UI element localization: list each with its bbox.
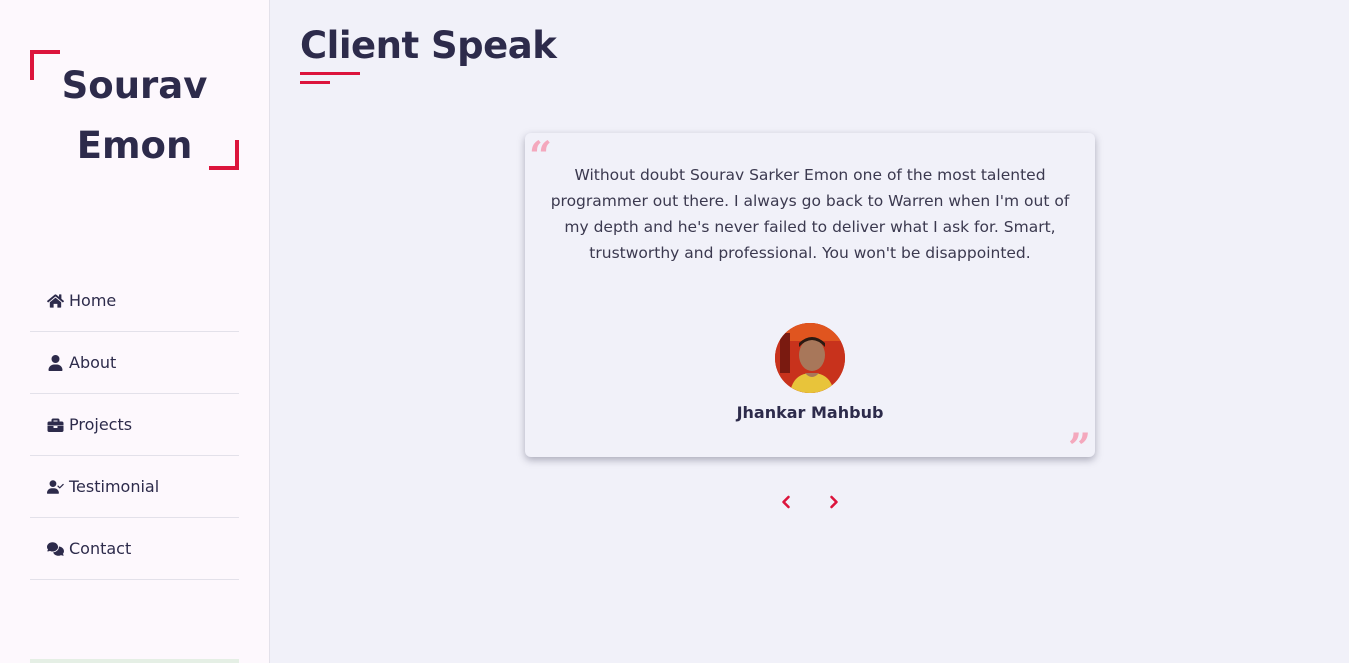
testimonial-card: “ Without doubt Sourav Sarker Emon one o… xyxy=(525,133,1095,469)
sidebar-item-projects[interactable]: Projects xyxy=(30,394,239,456)
briefcase-icon xyxy=(46,417,64,433)
user-check-icon xyxy=(46,479,64,495)
home-icon xyxy=(46,293,64,309)
comments-icon xyxy=(46,541,64,557)
quote-close-icon: ” xyxy=(1067,425,1091,472)
brand-name-line1: Sourav xyxy=(61,64,208,107)
sidebar-item-testimonial[interactable]: Testimonial xyxy=(30,456,239,518)
client-avatar xyxy=(775,323,845,393)
sidebar-nav: Home About Projects Testimonial Contact xyxy=(30,270,239,580)
carousel-prev-button[interactable] xyxy=(776,492,796,512)
title-underline xyxy=(300,72,360,75)
sidebar: Sourav Emon Home About Projects Testimon… xyxy=(0,0,270,663)
carousel-next-button[interactable] xyxy=(824,492,844,512)
section-title: Client Speak xyxy=(300,24,557,67)
sidebar-item-label: Contact xyxy=(69,539,132,558)
chevron-left-icon xyxy=(782,495,790,509)
user-icon xyxy=(46,354,64,371)
quote-open-icon: “ xyxy=(529,133,553,180)
sidebar-bottom-bar xyxy=(30,659,239,663)
sidebar-item-home[interactable]: Home xyxy=(30,270,239,332)
sidebar-item-label: Projects xyxy=(69,415,133,434)
sidebar-item-about[interactable]: About xyxy=(30,332,239,394)
brand-name-line2: Emon xyxy=(76,124,193,167)
chevron-right-icon xyxy=(830,495,838,509)
sidebar-item-label: Home xyxy=(69,291,117,310)
sidebar-item-contact[interactable]: Contact xyxy=(30,518,239,580)
client-name: Jhankar Mahbub xyxy=(736,403,884,422)
brand-name: Sourav Emon xyxy=(30,56,239,176)
testimonial-text: Without doubt Sourav Sarker Emon one of … xyxy=(550,166,1070,262)
sidebar-item-label: Testimonial xyxy=(69,477,160,496)
sidebar-item-label: About xyxy=(69,353,117,372)
brand-logo[interactable]: Sourav Emon xyxy=(30,50,239,170)
title-underline-short xyxy=(300,81,330,84)
